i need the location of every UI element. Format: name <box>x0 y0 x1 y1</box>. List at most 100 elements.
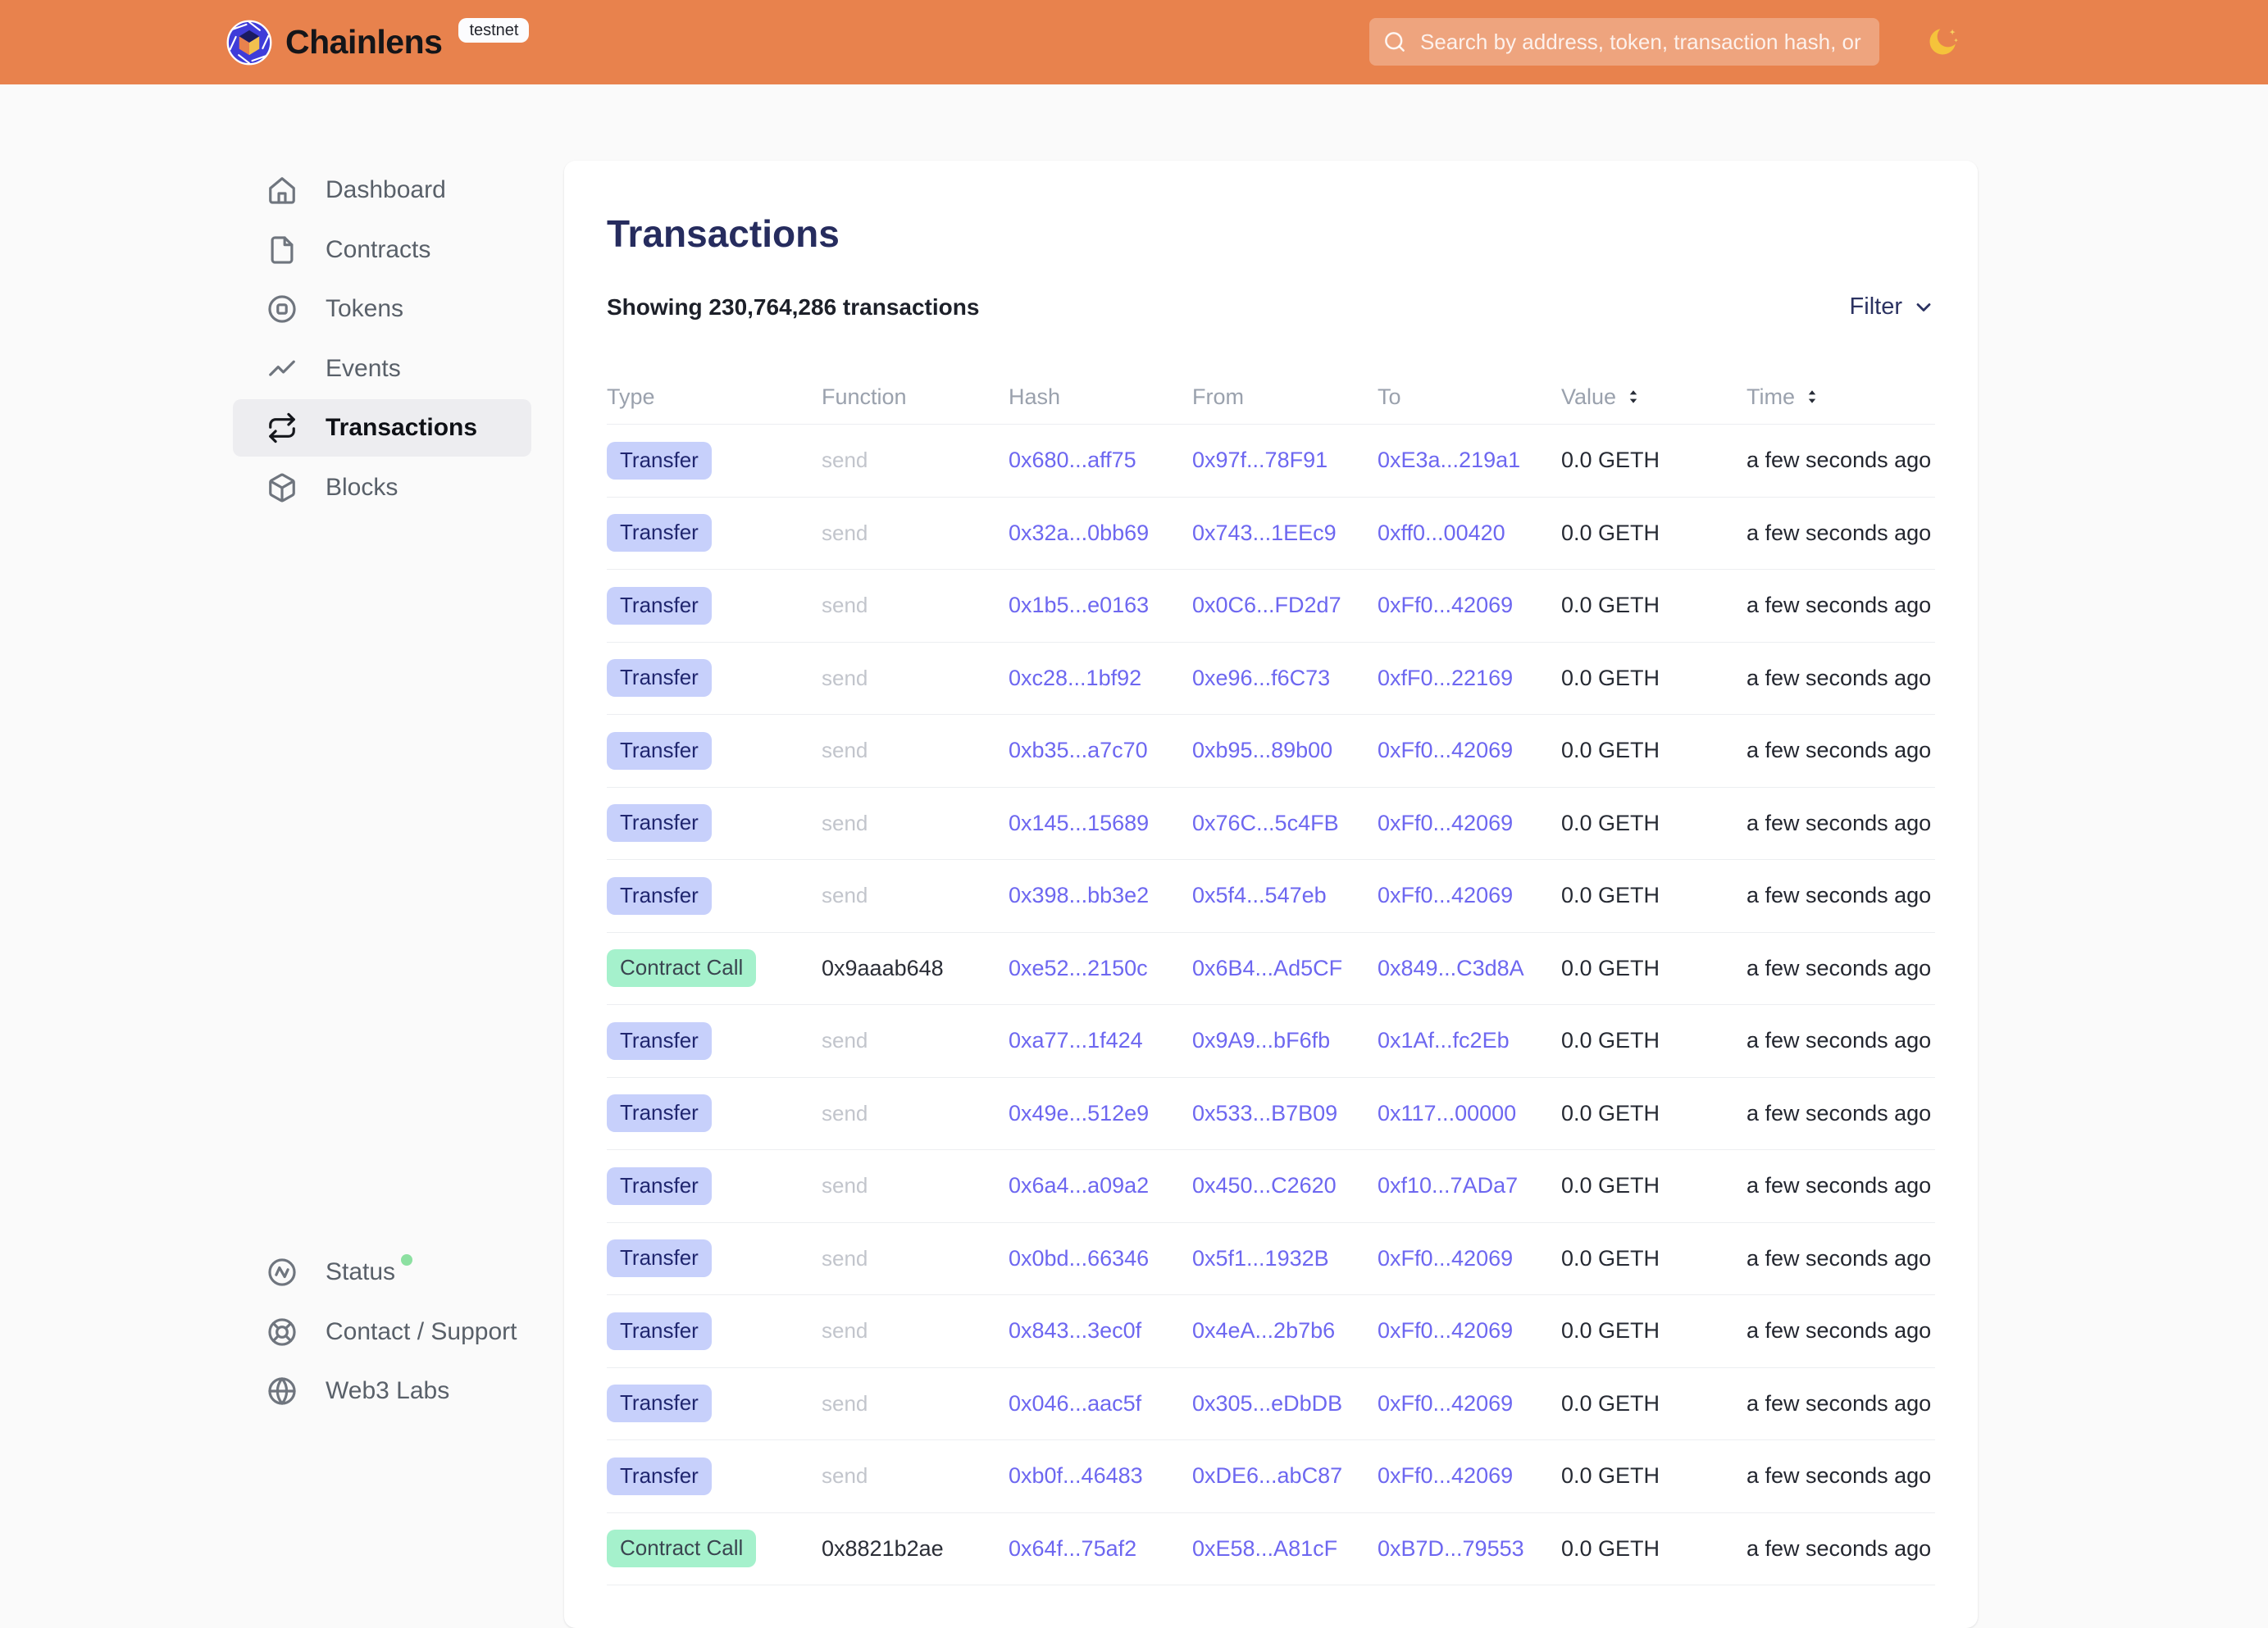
sidebar-item-label: Contracts <box>326 236 430 264</box>
moon-icon <box>1924 24 1961 60</box>
to-address-link[interactable]: 0xFf0...42069 <box>1378 811 1513 835</box>
hash-link[interactable]: 0x843...3ec0f <box>1009 1318 1141 1343</box>
hash-link[interactable]: 0x398...bb3e2 <box>1009 883 1149 907</box>
hash-link[interactable]: 0xb35...a7c70 <box>1009 738 1148 762</box>
sidebar-item-label: Web3 Labs <box>326 1377 449 1405</box>
from-address-link[interactable]: 0x533...B7B09 <box>1192 1101 1337 1126</box>
to-address-link[interactable]: 0xff0...00420 <box>1378 521 1505 545</box>
sort-icon[interactable] <box>1624 388 1642 406</box>
sidebar-item-transactions[interactable]: Transactions <box>233 399 531 457</box>
column-label: To <box>1378 384 1401 410</box>
sidebar-item-blocks[interactable]: Blocks <box>233 459 531 516</box>
time-cell: a few seconds ago <box>1747 666 1931 690</box>
to-address-link[interactable]: 0xFf0...42069 <box>1378 1463 1513 1488</box>
from-address-link[interactable]: 0x450...C2620 <box>1192 1173 1337 1198</box>
value-cell: 0.0 GETH <box>1561 593 1660 617</box>
table-row: Transfersend0xa77...1f4240x9A9...bF6fb0x… <box>607 1005 1935 1078</box>
to-address-link[interactable]: 0xf10...7ADa7 <box>1378 1173 1518 1198</box>
to-address-link[interactable]: 0xfF0...22169 <box>1378 666 1513 690</box>
hash-link[interactable]: 0x49e...512e9 <box>1009 1101 1149 1126</box>
from-address-link[interactable]: 0x305...eDbDB <box>1192 1391 1342 1416</box>
from-address-link[interactable]: 0x5f4...547eb <box>1192 883 1327 907</box>
column-label: Time <box>1747 384 1795 410</box>
hash-link[interactable]: 0x6a4...a09a2 <box>1009 1173 1149 1198</box>
transactions-card: Transactions Showing 230,764,286 transac… <box>564 161 1978 1628</box>
hash-link[interactable]: 0xc28...1bf92 <box>1009 666 1141 690</box>
column-header-function: Function <box>822 384 1009 410</box>
hash-link[interactable]: 0x680...aff75 <box>1009 448 1136 472</box>
to-address-link[interactable]: 0xFf0...42069 <box>1378 593 1513 617</box>
sidebar-item-web3-labs[interactable]: Web3 Labs <box>233 1362 531 1420</box>
table-row: Transfersend0x1b5...e01630x0C6...FD2d70x… <box>607 570 1935 643</box>
hash-link[interactable]: 0x046...aac5f <box>1009 1391 1141 1416</box>
search-bar[interactable] <box>1369 18 1879 66</box>
theme-toggle-button[interactable] <box>1922 22 1963 63</box>
sidebar-item-contact-support[interactable]: Contact / Support <box>233 1303 531 1361</box>
type-badge: Transfer <box>607 587 712 625</box>
from-address-link[interactable]: 0x6B4...Ad5CF <box>1192 956 1342 980</box>
time-cell: a few seconds ago <box>1747 738 1931 762</box>
type-badge: Transfer <box>607 804 712 842</box>
from-address-link[interactable]: 0xDE6...abC87 <box>1192 1463 1342 1488</box>
hash-link[interactable]: 0xa77...1f424 <box>1009 1028 1143 1053</box>
table-row: Transfersend0x0bd...663460x5f1...1932B0x… <box>607 1223 1935 1296</box>
value-cell: 0.0 GETH <box>1561 956 1660 980</box>
value-cell: 0.0 GETH <box>1561 738 1660 762</box>
to-address-link[interactable]: 0x849...C3d8A <box>1378 956 1524 980</box>
to-address-link[interactable]: 0xFf0...42069 <box>1378 1318 1513 1343</box>
page-title: Transactions <box>607 211 1935 256</box>
column-label: Value <box>1561 384 1616 410</box>
search-input[interactable] <box>1419 29 1866 56</box>
hash-link[interactable]: 0x0bd...66346 <box>1009 1246 1149 1271</box>
type-badge: Contract Call <box>607 1530 756 1567</box>
value-cell: 0.0 GETH <box>1561 1101 1660 1126</box>
from-address-link[interactable]: 0x76C...5c4FB <box>1192 811 1339 835</box>
to-address-link[interactable]: 0x1Af...fc2Eb <box>1378 1028 1510 1053</box>
table-row: Transfersend0x32a...0bb690x743...1EEc90x… <box>607 498 1935 571</box>
value-cell: 0.0 GETH <box>1561 1028 1660 1053</box>
value-cell: 0.0 GETH <box>1561 666 1660 690</box>
function-cell: send <box>822 666 868 690</box>
to-address-link[interactable]: 0x117...00000 <box>1378 1101 1516 1126</box>
trending-icon <box>266 353 298 384</box>
to-address-link[interactable]: 0xFf0...42069 <box>1378 1246 1513 1271</box>
hash-link[interactable]: 0x64f...75af2 <box>1009 1536 1136 1561</box>
to-address-link[interactable]: 0xE3a...219a1 <box>1378 448 1520 472</box>
column-header-value[interactable]: Value <box>1561 384 1747 410</box>
column-header-time[interactable]: Time <box>1747 384 1935 410</box>
sidebar-item-status[interactable]: Status <box>233 1244 531 1301</box>
function-cell: send <box>822 1173 868 1198</box>
sidebar-item-label: Status <box>326 1258 395 1286</box>
hash-link[interactable]: 0x145...15689 <box>1009 811 1149 835</box>
type-badge: Transfer <box>607 1457 712 1495</box>
time-cell: a few seconds ago <box>1747 1246 1931 1271</box>
hash-link[interactable]: 0x1b5...e0163 <box>1009 593 1149 617</box>
from-address-link[interactable]: 0xE58...A81cF <box>1192 1536 1337 1561</box>
sidebar-item-events[interactable]: Events <box>233 340 531 398</box>
from-address-link[interactable]: 0xe96...f6C73 <box>1192 666 1330 690</box>
to-address-link[interactable]: 0xFf0...42069 <box>1378 1391 1513 1416</box>
hash-link[interactable]: 0xe52...2150c <box>1009 956 1148 980</box>
from-address-link[interactable]: 0x9A9...bF6fb <box>1192 1028 1330 1053</box>
sidebar-item-contracts[interactable]: Contracts <box>233 221 531 279</box>
filter-button[interactable]: Filter <box>1850 293 1935 321</box>
from-address-link[interactable]: 0x743...1EEc9 <box>1192 521 1337 545</box>
function-cell: send <box>822 811 868 835</box>
hash-link[interactable]: 0x32a...0bb69 <box>1009 521 1149 545</box>
from-address-link[interactable]: 0x0C6...FD2d7 <box>1192 593 1341 617</box>
sort-icon[interactable] <box>1803 388 1821 406</box>
sidebar-item-label: Transactions <box>326 414 477 442</box>
from-address-link[interactable]: 0x5f1...1932B <box>1192 1246 1329 1271</box>
time-cell: a few seconds ago <box>1747 521 1931 545</box>
to-address-link[interactable]: 0xFf0...42069 <box>1378 883 1513 907</box>
to-address-link[interactable]: 0xFf0...42069 <box>1378 738 1513 762</box>
from-address-link[interactable]: 0xb95...89b00 <box>1192 738 1332 762</box>
from-address-link[interactable]: 0x4eA...2b7b6 <box>1192 1318 1335 1343</box>
sidebar-item-tokens[interactable]: Tokens <box>233 280 531 338</box>
to-address-link[interactable]: 0xB7D...79553 <box>1378 1536 1524 1561</box>
function-cell: send <box>822 1246 868 1271</box>
hash-link[interactable]: 0xb0f...46483 <box>1009 1463 1143 1488</box>
sidebar-item-dashboard[interactable]: Dashboard <box>233 161 531 219</box>
table-row: Transfer send 0x145...15689 0x76C...5c4FB 0x… <box>607 788 1935 861</box>
from-address-link[interactable]: 0x97f...78F91 <box>1192 448 1328 472</box>
